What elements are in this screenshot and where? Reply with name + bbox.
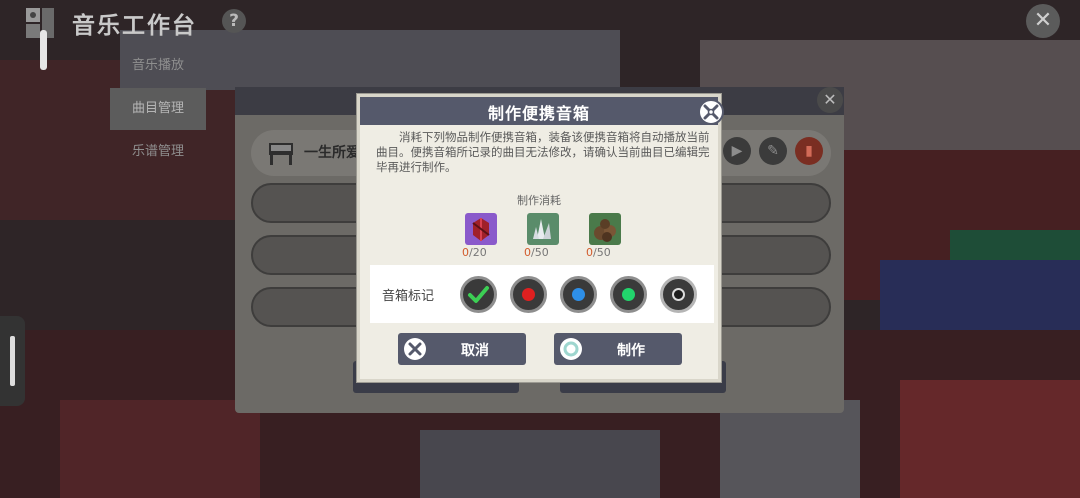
cancel-label: 取消 bbox=[461, 343, 489, 359]
app-title: 音乐工作台 bbox=[72, 13, 197, 39]
cost-count: 0/20 bbox=[462, 246, 487, 259]
help-icon[interactable]: ? bbox=[222, 9, 246, 33]
cost-count: 0/50 bbox=[586, 246, 611, 259]
marker-red[interactable] bbox=[510, 276, 547, 313]
white-crystal-icon bbox=[527, 213, 559, 245]
side-drawer-handle[interactable] bbox=[0, 316, 25, 406]
ore-cluster-icon bbox=[589, 213, 621, 245]
cost-title: 制作消耗 bbox=[517, 194, 561, 207]
cancel-icon bbox=[404, 338, 426, 360]
sidebar-item-track-management[interactable]: 曲目管理 bbox=[110, 88, 206, 130]
red-crystal-icon bbox=[465, 213, 497, 245]
piano-icon bbox=[267, 140, 295, 166]
current-song-name: 一生所爱 bbox=[304, 145, 360, 161]
edit-icon[interactable]: ✎ bbox=[759, 137, 787, 165]
play-icon[interactable]: ▶ bbox=[723, 137, 751, 165]
dialog-title: 制作便携音箱 bbox=[487, 104, 590, 123]
dialog-header: 制作便携音箱 bbox=[360, 97, 718, 125]
close-icon[interactable]: ✕ bbox=[1026, 4, 1060, 38]
top-bar: 音乐工作台 ? ✕ bbox=[0, 0, 1080, 44]
scroll-indicator bbox=[40, 30, 47, 70]
marker-green-check[interactable] bbox=[460, 276, 497, 313]
marker-blue[interactable] bbox=[560, 276, 597, 313]
panel-close-icon[interactable]: ✕ bbox=[817, 87, 843, 113]
sidebar-item-score-management[interactable]: 乐谱管理 bbox=[110, 131, 206, 173]
marker-label: 音箱标记 bbox=[382, 289, 435, 304]
delete-icon[interactable]: ▮ bbox=[795, 137, 823, 165]
marker-green[interactable] bbox=[610, 276, 647, 313]
make-speaker-dialog: 制作便携音箱 消耗下列物品制作便携音箱，装备该便携音箱将自动播放当前曲目。便携音… bbox=[357, 94, 724, 382]
confirm-icon bbox=[560, 338, 582, 360]
sidebar-item-music-play[interactable]: 音乐播放 bbox=[110, 45, 206, 87]
dialog-description: 消耗下列物品制作便携音箱，装备该便携音箱将自动播放当前曲目。便携音箱所记录的曲目… bbox=[376, 130, 710, 174]
make-label: 制作 bbox=[617, 343, 645, 359]
cancel-button[interactable]: 取消 bbox=[398, 333, 526, 365]
dialog-close-icon[interactable] bbox=[698, 99, 724, 125]
speaker-marker-row: 音箱标记 bbox=[370, 265, 714, 323]
marker-gray[interactable] bbox=[660, 276, 697, 313]
cost-count: 0/50 bbox=[524, 246, 549, 259]
make-button[interactable]: 制作 bbox=[554, 333, 682, 365]
